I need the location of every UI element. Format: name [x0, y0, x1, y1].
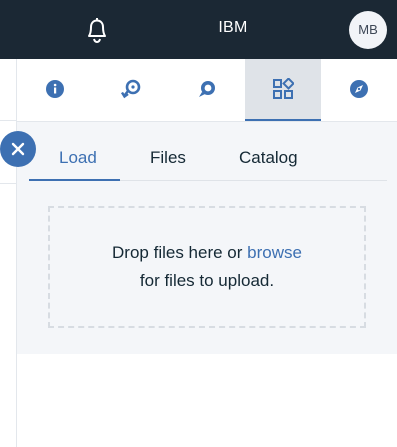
- top-bar: IBM MB: [0, 0, 397, 59]
- tab-files[interactable]: Files: [150, 148, 186, 168]
- tab-catalog[interactable]: Catalog: [239, 148, 298, 168]
- close-button[interactable]: [0, 131, 36, 167]
- dropzone-line-2: for files to upload.: [139, 271, 275, 290]
- chat-icon: [199, 81, 215, 97]
- info-icon: [46, 80, 64, 98]
- active-tab-indicator: [29, 179, 120, 181]
- avatar[interactable]: MB: [349, 11, 387, 49]
- divider: [0, 183, 16, 184]
- info-button[interactable]: [17, 59, 93, 119]
- left-panel-edge: [0, 59, 17, 447]
- bell-icon[interactable]: [84, 16, 110, 44]
- history-button[interactable]: [93, 59, 169, 119]
- brand-title[interactable]: IBM: [200, 19, 266, 37]
- close-icon: [11, 142, 25, 156]
- compass-icon: [350, 80, 368, 98]
- data-button[interactable]: [245, 59, 321, 121]
- browse-link[interactable]: browse: [247, 243, 302, 262]
- dropzone-text: Drop files here or: [112, 243, 243, 262]
- tab-load[interactable]: Load: [59, 148, 97, 168]
- history-icon: [120, 79, 141, 99]
- dropzone-line-1: Drop files here or browse: [112, 239, 302, 267]
- compass-button[interactable]: [321, 59, 397, 119]
- chat-button[interactable]: [169, 59, 245, 119]
- load-panel: Load Files Catalog Drop files here or br…: [17, 122, 397, 354]
- divider: [0, 120, 16, 121]
- tool-icon-bar: [17, 59, 397, 122]
- file-dropzone[interactable]: Drop files here or browse for files to u…: [48, 206, 366, 328]
- data-icon: [273, 78, 294, 99]
